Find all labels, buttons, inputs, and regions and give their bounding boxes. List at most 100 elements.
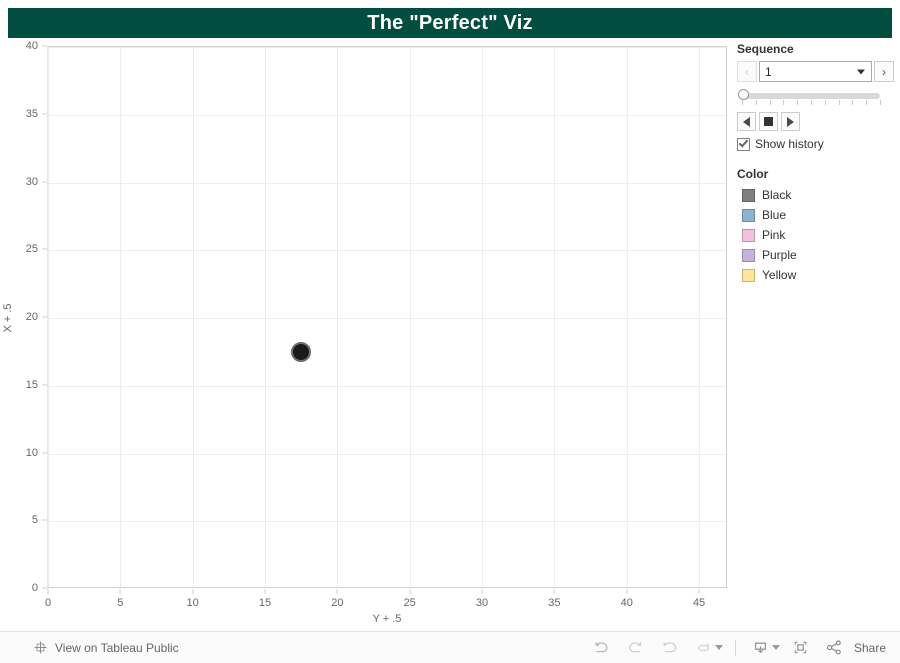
gridline-horizontal bbox=[48, 250, 726, 252]
bottom-toolbar: View on Tableau Public Share bbox=[0, 631, 900, 663]
redo-icon[interactable] bbox=[619, 635, 653, 661]
tableau-logo-icon bbox=[33, 640, 48, 655]
color-heading: Color bbox=[737, 167, 769, 181]
legend-item[interactable]: Black bbox=[742, 186, 894, 204]
plot-area[interactable] bbox=[47, 46, 727, 588]
legend-item[interactable]: Pink bbox=[742, 226, 894, 244]
slider-tick bbox=[811, 100, 812, 105]
y-tick-label: 10 bbox=[25, 446, 38, 459]
legend-swatch bbox=[742, 268, 755, 282]
y-tick-label: 30 bbox=[25, 175, 38, 188]
legend-item[interactable]: Yellow bbox=[742, 266, 894, 284]
slider-tick bbox=[797, 100, 799, 105]
legend-label: Yellow bbox=[762, 268, 797, 282]
x-tick-label: 30 bbox=[475, 597, 489, 609]
x-tick-label: 20 bbox=[331, 597, 344, 609]
x-tick-label: 10 bbox=[186, 597, 199, 609]
fullscreen-icon[interactable] bbox=[784, 635, 818, 661]
slider-ticks bbox=[742, 100, 885, 106]
sequence-dropdown[interactable]: 1 bbox=[759, 61, 872, 82]
triangle-right-icon bbox=[787, 116, 794, 127]
legend-item[interactable]: Purple bbox=[742, 246, 894, 264]
x-tick-mark bbox=[119, 589, 121, 594]
slider-track[interactable] bbox=[742, 93, 880, 99]
revert-icon[interactable] bbox=[653, 635, 687, 661]
stop-button[interactable] bbox=[759, 112, 778, 131]
x-tick-mark bbox=[698, 589, 700, 594]
checkmark-icon bbox=[738, 136, 749, 148]
x-tick-mark bbox=[626, 589, 628, 594]
slider-handle[interactable] bbox=[738, 89, 749, 100]
sequence-next-button[interactable]: › bbox=[874, 61, 894, 82]
gridline-vertical bbox=[554, 47, 556, 587]
data-point-marker[interactable] bbox=[291, 341, 312, 362]
x-tick-mark bbox=[409, 589, 411, 594]
gridline-vertical bbox=[409, 47, 411, 587]
slider-tick bbox=[742, 100, 743, 105]
legend-item[interactable]: Blue bbox=[742, 206, 894, 224]
x-tick-label: 0 bbox=[44, 597, 52, 609]
share-icon[interactable] bbox=[818, 635, 852, 661]
x-axis: 0 5 10 15 20 25 30 35 40 45 Y + .5 bbox=[44, 589, 728, 629]
download-dropdown-caret-icon[interactable] bbox=[771, 645, 780, 650]
chevron-down-icon bbox=[857, 69, 865, 74]
slider-tick bbox=[769, 100, 771, 105]
tableau-public-link[interactable]: View on Tableau Public bbox=[33, 640, 179, 655]
x-tick-label: 35 bbox=[548, 597, 561, 609]
slider-tick bbox=[866, 100, 868, 105]
slider-tick bbox=[880, 100, 881, 105]
chart-region: X + .5 0 5 10 15 20 25 30 35 40 0 5 10 15 20 25 30 35 40… bbox=[0, 40, 730, 628]
gridline-vertical bbox=[192, 47, 194, 587]
refresh-dropdown-caret-icon[interactable] bbox=[714, 645, 723, 650]
gridline-horizontal bbox=[48, 521, 726, 523]
toolbar-actions: Share bbox=[585, 635, 886, 661]
sequence-prev-button[interactable]: ‹ bbox=[737, 61, 757, 82]
y-tick-label: 20 bbox=[25, 311, 38, 323]
x-tick-mark bbox=[481, 589, 483, 594]
y-tick-label: 5 bbox=[31, 514, 38, 527]
gridline-vertical bbox=[120, 47, 122, 587]
gridline-horizontal bbox=[48, 453, 726, 455]
show-history-label: Show history bbox=[755, 137, 824, 151]
y-axis-title: X + .5 bbox=[2, 303, 14, 333]
y-tick-label: 25 bbox=[25, 243, 38, 256]
gridline-vertical bbox=[482, 47, 484, 587]
gridline-horizontal bbox=[48, 318, 726, 319]
show-history-checkbox[interactable] bbox=[737, 136, 750, 151]
play-button[interactable] bbox=[781, 112, 800, 131]
share-label[interactable]: Share bbox=[854, 641, 886, 655]
legend-label: Blue bbox=[762, 208, 787, 222]
side-panel: Sequence ‹ 1 › Show history Color Black … bbox=[734, 42, 894, 602]
slider-tick bbox=[852, 100, 854, 105]
page-title: The "Perfect" Viz bbox=[367, 12, 533, 34]
show-history-checkbox-row[interactable]: Show history bbox=[737, 136, 894, 151]
legend-label: Black bbox=[762, 188, 792, 202]
legend-swatch bbox=[742, 208, 755, 222]
legend-swatch bbox=[742, 188, 755, 202]
gridline-horizontal bbox=[48, 47, 726, 48]
x-tick-mark bbox=[264, 589, 266, 594]
gridline-horizontal bbox=[48, 385, 726, 387]
gridline-horizontal bbox=[48, 114, 726, 116]
sequence-selector: ‹ 1 › bbox=[737, 61, 894, 82]
x-tick-label: 45 bbox=[692, 597, 706, 609]
step-back-button[interactable] bbox=[737, 112, 756, 131]
x-tick-label: 25 bbox=[403, 597, 416, 609]
sequence-slider[interactable] bbox=[737, 88, 885, 106]
y-axis: X + .5 0 5 10 15 20 25 30 35 40 bbox=[0, 40, 47, 594]
gridline-vertical bbox=[48, 47, 49, 587]
triangle-left-icon bbox=[743, 116, 750, 127]
slider-tick bbox=[755, 100, 757, 105]
tableau-viz-app: The "Perfect" Viz X + .5 0 5 10 15 20 25 30 35 4… bbox=[0, 0, 900, 663]
legend-label: Purple bbox=[762, 248, 797, 262]
sequence-value: 1 bbox=[765, 64, 772, 79]
x-tick-mark bbox=[192, 589, 194, 594]
x-axis-title: Y + .5 bbox=[372, 613, 402, 625]
undo-icon[interactable] bbox=[585, 635, 619, 661]
x-tick-label: 15 bbox=[258, 597, 272, 609]
sequence-heading: Sequence bbox=[737, 42, 794, 56]
gridline-vertical bbox=[699, 47, 701, 587]
y-tick-label: 35 bbox=[25, 107, 38, 120]
slider-tick bbox=[783, 100, 785, 105]
x-tick-label: 5 bbox=[117, 597, 124, 609]
